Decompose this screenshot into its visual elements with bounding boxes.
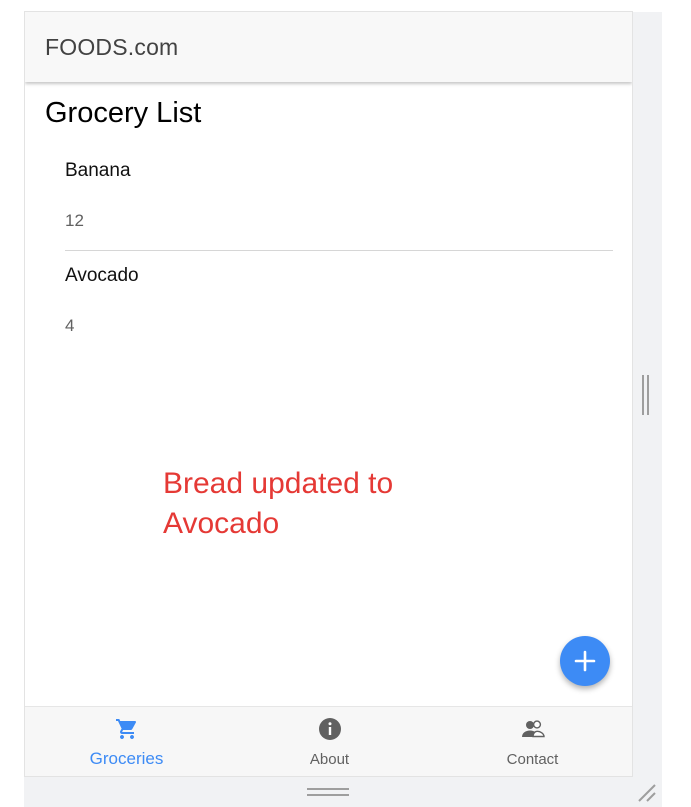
item-name: Avocado [65, 265, 139, 286]
list-item[interactable]: Banana 12 [65, 147, 613, 250]
resize-handle-right[interactable] [642, 375, 650, 415]
list-item[interactable]: Avocado 4 [65, 250, 613, 354]
tab-contact[interactable]: Contact [431, 707, 632, 776]
toast-message: Bread updated to Avocado [163, 467, 394, 540]
resize-corner-grip-icon[interactable] [636, 782, 658, 804]
page-title: Grocery List [45, 97, 202, 129]
tab-label: Contact [506, 751, 559, 768]
app-header: FOODS.com [25, 12, 632, 82]
item-quantity: 12 [65, 211, 84, 230]
app-title: FOODS.com [45, 34, 179, 60]
tab-groceries[interactable]: Groceries [25, 707, 228, 776]
item-quantity: 4 [65, 316, 75, 335]
tab-label: About [309, 751, 350, 768]
plus-icon [574, 650, 596, 672]
item-name: Banana [65, 160, 131, 181]
tab-about[interactable]: About [228, 707, 431, 776]
cart-icon [115, 719, 136, 739]
bottom-tab-bar: Groceries About Contact [25, 706, 632, 776]
people-icon [521, 720, 545, 738]
add-item-button[interactable] [560, 636, 610, 686]
info-icon [318, 718, 341, 740]
app-viewport: FOODS.com Grocery List Banana 12 Avocado… [24, 11, 633, 777]
resize-handle-bottom[interactable] [307, 788, 349, 798]
grocery-list: Banana 12 Avocado 4 [65, 147, 613, 354]
tab-label: Groceries [89, 749, 164, 768]
